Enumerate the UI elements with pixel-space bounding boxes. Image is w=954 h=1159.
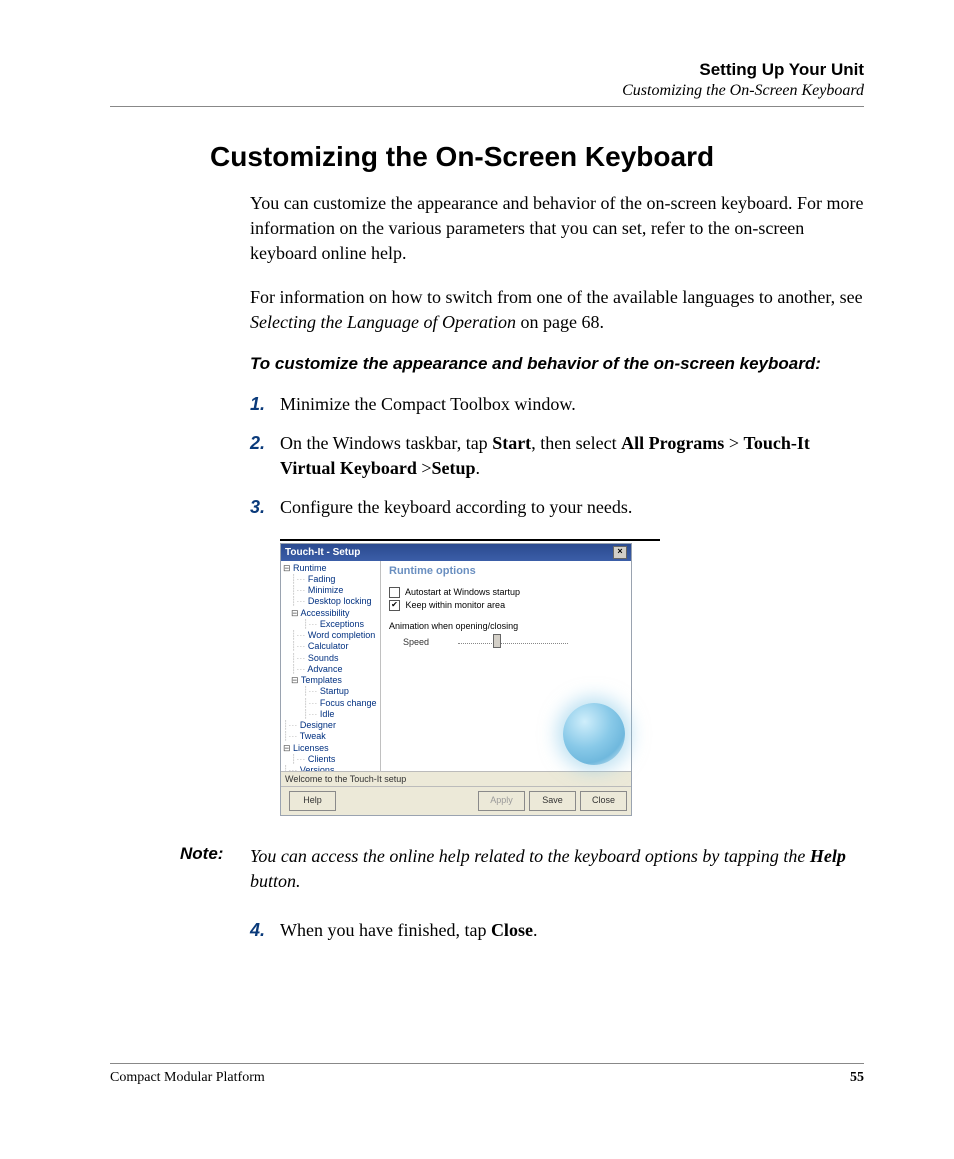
tree-templates[interactable]: Templates bbox=[283, 675, 378, 686]
touch-it-setup-window: Touch-It - Setup × Runtime Fading Minimi… bbox=[280, 543, 632, 816]
tree-word-completion[interactable]: Word completion bbox=[283, 630, 378, 641]
panel-title: Runtime options bbox=[389, 565, 623, 577]
tree-startup[interactable]: Startup bbox=[283, 686, 378, 697]
step-4-body: When you have finished, tap Close. bbox=[280, 918, 864, 943]
footer-rule bbox=[110, 1063, 864, 1064]
tree-accessibility[interactable]: Accessibility bbox=[283, 608, 378, 619]
keep-within-label: Keep within monitor area bbox=[406, 600, 506, 610]
step-number: 3. bbox=[250, 495, 280, 520]
tree-sounds[interactable]: Sounds bbox=[283, 653, 378, 664]
task-intro: To customize the appearance and behavior… bbox=[250, 353, 864, 376]
close-button[interactable]: Close bbox=[580, 791, 627, 811]
tree-calculator[interactable]: Calculator bbox=[283, 641, 378, 652]
speed-slider[interactable] bbox=[458, 639, 568, 644]
tree-advance[interactable]: Advance bbox=[283, 664, 378, 675]
tree-exceptions[interactable]: Exceptions bbox=[283, 619, 378, 630]
tree-idle[interactable]: Idle bbox=[283, 709, 378, 720]
speed-label: Speed bbox=[389, 637, 458, 647]
note-body: You can access the online help related t… bbox=[250, 844, 864, 894]
step-1-body: Minimize the Compact Toolbox window. bbox=[280, 392, 864, 417]
step-1: 1. Minimize the Compact Toolbox window. bbox=[250, 392, 864, 417]
running-header-title: Setting Up Your Unit bbox=[110, 60, 864, 80]
autostart-label: Autostart at Windows startup bbox=[405, 587, 520, 597]
window-titlebar[interactable]: Touch-It - Setup × bbox=[281, 544, 631, 561]
save-button[interactable]: Save bbox=[529, 791, 576, 811]
tree-designer[interactable]: Designer bbox=[283, 720, 378, 731]
options-panel: Runtime options Autostart at Windows sta… bbox=[381, 561, 631, 771]
nav-tree[interactable]: Runtime Fading Minimize Desktop locking … bbox=[281, 561, 381, 771]
tree-minimize[interactable]: Minimize bbox=[283, 585, 378, 596]
step-3-body: Configure the keyboard according to your… bbox=[280, 495, 864, 520]
slider-thumb[interactable] bbox=[493, 634, 501, 648]
intro-paragraph-1: You can customize the appearance and beh… bbox=[250, 191, 864, 267]
tree-focus-change[interactable]: Focus change bbox=[283, 698, 378, 709]
step-number: 4. bbox=[250, 918, 280, 943]
keep-within-checkbox[interactable]: ✔ bbox=[389, 600, 400, 611]
help-button[interactable]: Help bbox=[289, 791, 336, 811]
window-title: Touch-It - Setup bbox=[285, 547, 360, 558]
tree-fading[interactable]: Fading bbox=[283, 574, 378, 585]
step-4: 4. When you have finished, tap Close. bbox=[250, 918, 864, 943]
note-label: Note: bbox=[180, 844, 250, 894]
tree-licenses[interactable]: Licenses bbox=[283, 743, 378, 754]
step-number: 1. bbox=[250, 392, 280, 417]
figure-top-rule bbox=[280, 539, 660, 541]
tree-clients[interactable]: Clients bbox=[283, 754, 378, 765]
step-2: 2. On the Windows taskbar, tap Start, th… bbox=[250, 431, 864, 481]
footer-product: Compact Modular Platform bbox=[110, 1070, 265, 1086]
note-block: Note: You can access the online help rel… bbox=[180, 844, 864, 894]
page-number: 55 bbox=[850, 1070, 864, 1086]
header-rule bbox=[110, 106, 864, 107]
para2-pre: For information on how to switch from on… bbox=[250, 287, 863, 307]
decorative-orb-icon bbox=[563, 703, 625, 765]
autostart-checkbox[interactable] bbox=[389, 587, 400, 598]
para2-post: on page 68. bbox=[516, 312, 604, 332]
intro-paragraph-2: For information on how to switch from on… bbox=[250, 285, 864, 335]
apply-button[interactable]: Apply bbox=[478, 791, 525, 811]
step-3: 3. Configure the keyboard according to y… bbox=[250, 495, 864, 520]
section-title: Customizing the On-Screen Keyboard bbox=[210, 141, 864, 173]
para2-xref: Selecting the Language of Operation bbox=[250, 312, 516, 332]
running-header-subtitle: Customizing the On-Screen Keyboard bbox=[110, 82, 864, 100]
animation-label: Animation when opening/closing bbox=[389, 621, 623, 631]
status-bar: Welcome to the Touch-It setup bbox=[281, 771, 631, 786]
step-number: 2. bbox=[250, 431, 280, 481]
tree-tweak[interactable]: Tweak bbox=[283, 731, 378, 742]
window-close-button[interactable]: × bbox=[613, 546, 627, 559]
tree-versions[interactable]: Versions bbox=[283, 765, 378, 771]
tree-runtime[interactable]: Runtime bbox=[283, 563, 378, 574]
figure-setup-window: Touch-It - Setup × Runtime Fading Minimi… bbox=[280, 539, 864, 816]
step-2-body: On the Windows taskbar, tap Start, then … bbox=[280, 431, 864, 481]
tree-desktop-locking[interactable]: Desktop locking bbox=[283, 596, 378, 607]
